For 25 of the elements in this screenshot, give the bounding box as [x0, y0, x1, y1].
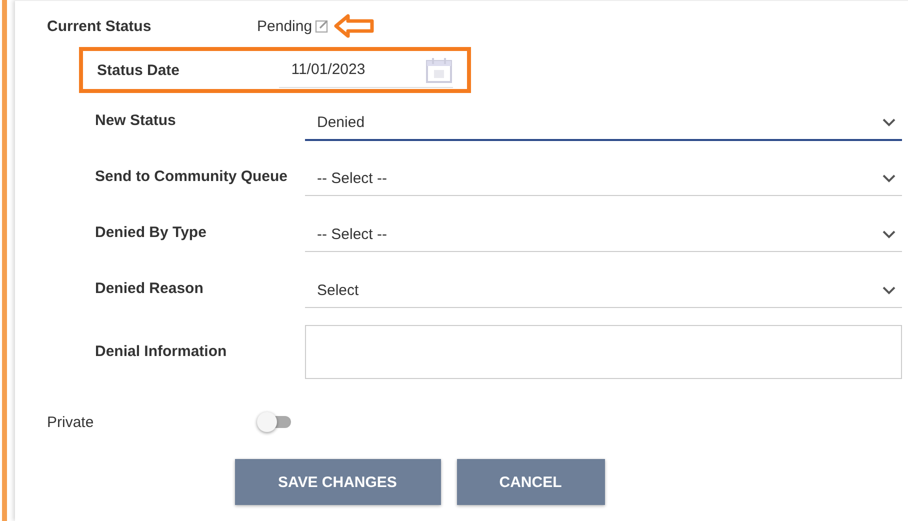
dropdown[interactable]: -- Select --: [305, 214, 902, 252]
field-label: Send to Community Queue: [95, 167, 289, 187]
toggle-label: Private: [47, 414, 95, 430]
dropdown[interactable]: Select: [305, 270, 902, 308]
edit-icon[interactable]: [315, 19, 330, 33]
chevron-icon: [882, 286, 896, 295]
chevron-icon: [882, 118, 896, 126]
text-area[interactable]: [305, 325, 902, 379]
status-value: Pending: [257, 18, 312, 34]
calendar-icon[interactable]: [425, 56, 453, 82]
chevron-icon: [882, 230, 896, 239]
toggle-switch[interactable]: [257, 412, 291, 432]
date-field[interactable]: 11/01/2023: [279, 52, 453, 88]
field-label: Denial Information: [95, 342, 228, 362]
cancel-button[interactable]: CANCEL: [456, 459, 604, 505]
field-label: Status Date: [97, 62, 181, 78]
arrow-icon: [333, 14, 376, 38]
dropdown[interactable]: -- Select --: [305, 158, 902, 196]
dropdown[interactable]: Denied: [305, 102, 902, 140]
chevron-icon: [882, 174, 896, 183]
field-label: Current Status: [47, 18, 152, 34]
field-label: Denied Reason: [95, 279, 204, 299]
field-label: Denied By Type: [95, 223, 208, 243]
field-label: New Status: [95, 111, 177, 131]
save-button[interactable]: SAVE CHANGES: [234, 459, 440, 505]
